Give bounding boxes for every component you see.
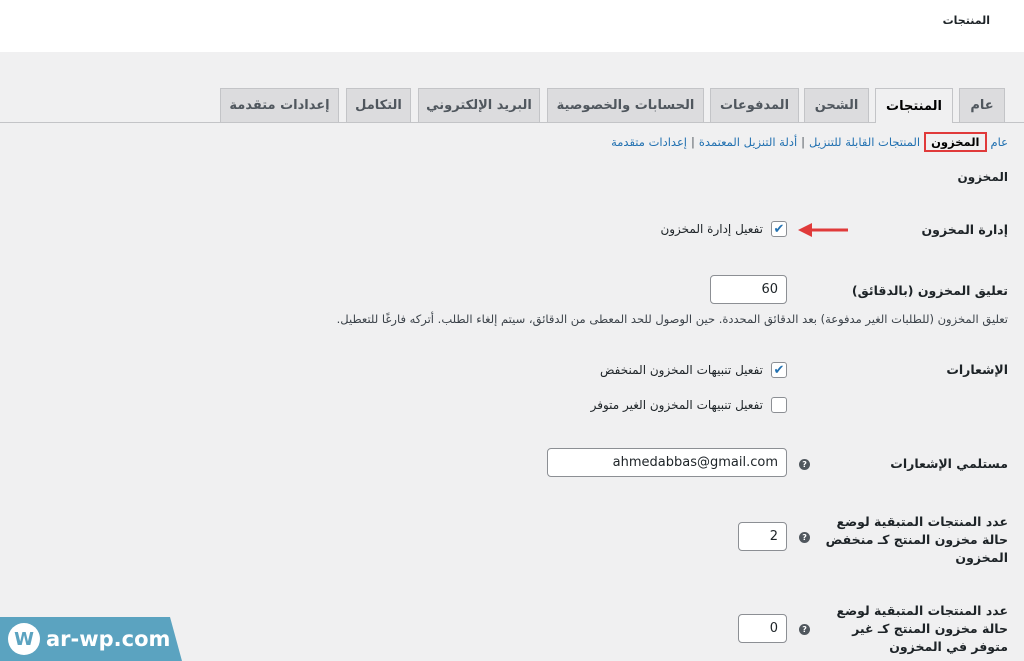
out-of-stock-checkbox[interactable]: [771, 397, 787, 413]
help-icon[interactable]: ?: [799, 624, 810, 635]
hold-stock-label: تعليق المخزون (بالدقائق): [851, 283, 1008, 298]
low-stock-option-label: تفعيل تنبيهات المخزون المنخفض: [599, 363, 763, 377]
tab-divider: [0, 122, 1024, 123]
sub-navigation: عام المخزون المنتجات القابلة للتنزيل | أ…: [611, 132, 1008, 152]
help-icon[interactable]: ?: [799, 459, 810, 470]
low-threshold-input[interactable]: 2: [738, 522, 787, 551]
tab-advanced[interactable]: إعدادات متقدمة: [220, 88, 339, 122]
manage-stock-option: ✔ تفعيل إدارة المخزون: [660, 221, 787, 237]
red-arrow-icon: [798, 223, 848, 237]
tab-general[interactable]: عام: [959, 88, 1005, 122]
help-icon[interactable]: ?: [799, 532, 810, 543]
watermark-logo-icon: W: [8, 623, 40, 655]
separator: |: [691, 135, 695, 149]
subnav-download-dirs[interactable]: أدلة التنزيل المعتمدة: [699, 135, 797, 149]
manage-stock-checkbox[interactable]: ✔: [771, 221, 787, 237]
out-of-stock-option: تفعيل تنبيهات المخزون الغير متوفر: [591, 397, 787, 413]
low-stock-option: ✔ تفعيل تنبيهات المخزون المنخفض: [600, 362, 787, 378]
out-threshold-input[interactable]: 0: [738, 614, 787, 643]
separator: |: [801, 135, 806, 149]
low-stock-checkbox[interactable]: ✔: [771, 362, 787, 378]
watermark-text: ar-wp.com: [46, 627, 171, 651]
watermark: W ar-wp.com: [0, 617, 182, 661]
tab-shipping[interactable]: الشحن: [804, 88, 869, 122]
recipient-input[interactable]: ahmedabbas@gmail.com: [547, 448, 787, 477]
subnav-inventory[interactable]: المخزون: [924, 132, 987, 152]
tab-products[interactable]: المنتجات: [875, 88, 953, 123]
subnav-general[interactable]: عام: [991, 135, 1009, 149]
subnav-advanced[interactable]: إعدادات متقدمة: [611, 135, 687, 149]
tab-email[interactable]: البريد الإلكتروني: [418, 88, 540, 122]
out-threshold-label: عدد المنتجات المتبقية لوضع حالة مخزون ال…: [836, 603, 1008, 654]
page-header: [0, 0, 1024, 52]
low-threshold-label: عدد المنتجات المتبقية لوضع حالة مخزون ال…: [825, 514, 1008, 565]
tab-accounts-privacy[interactable]: الحسابات والخصوصية: [547, 88, 704, 122]
notifications-label: الإشعارات: [946, 362, 1008, 377]
page-title: المنتجات: [942, 14, 990, 27]
tab-payments[interactable]: المدفوعات: [710, 88, 799, 122]
recipient-label: مستلمي الإشعارات: [890, 456, 1008, 471]
tab-integration[interactable]: التكامل: [346, 88, 411, 122]
subnav-downloadable[interactable]: المنتجات القابلة للتنزيل: [809, 135, 920, 149]
hold-stock-input[interactable]: 60: [710, 275, 787, 304]
manage-stock-option-label: تفعيل إدارة المخزون: [660, 222, 763, 236]
hold-stock-description: تعليق المخزون (للطلبات الغير مدفوعة) بعد…: [336, 312, 1008, 326]
out-of-stock-option-label: تفعيل تنبيهات المخزون الغير متوفر: [590, 398, 763, 412]
section-title: المخزون: [957, 170, 1008, 184]
